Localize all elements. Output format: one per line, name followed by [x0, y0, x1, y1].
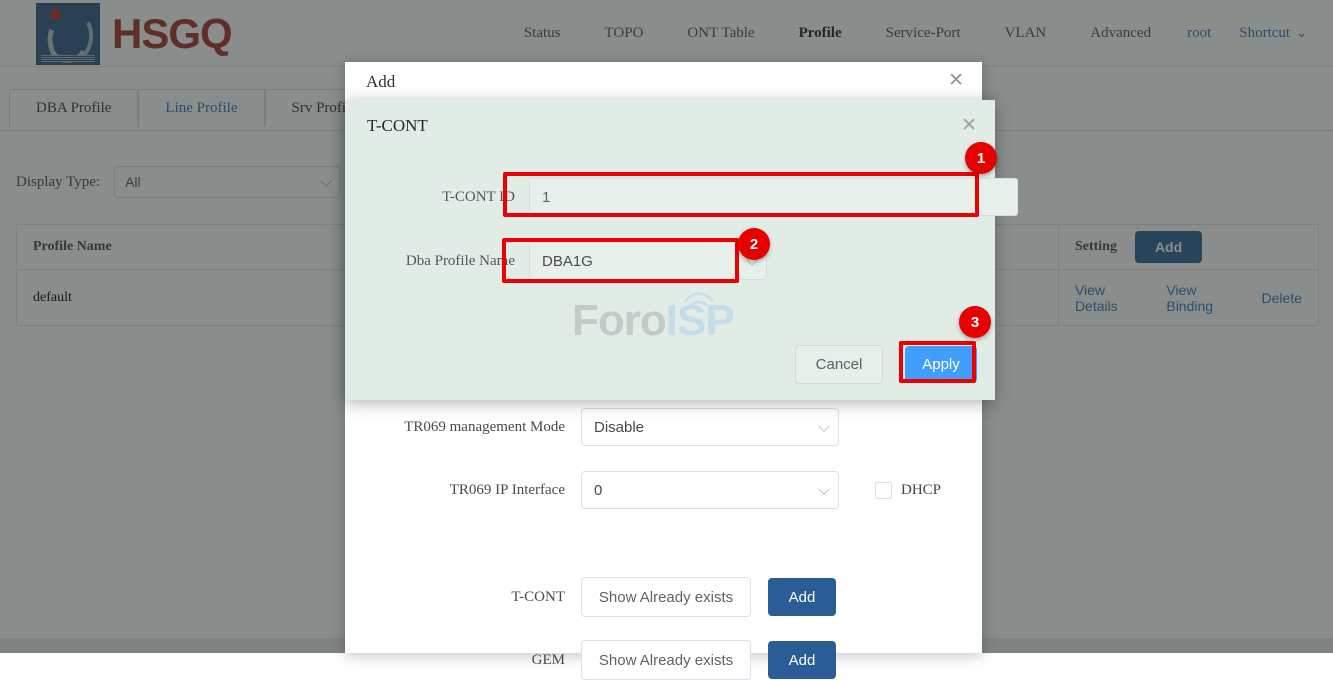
annotation-badge-1: 1: [965, 142, 997, 174]
field-gem: GEM Show Already exists Add: [345, 640, 982, 680]
field-tr069-ip-interface: TR069 IP Interface 0 DHCP: [345, 471, 982, 509]
tr069-ip-interface-value: 0: [594, 481, 603, 499]
tr069-ip-interface-select[interactable]: 0: [581, 471, 839, 509]
tr069-ip-interface-label: TR069 IP Interface: [449, 481, 565, 498]
annotation-badge-2: 2: [738, 228, 770, 260]
tr069-management-mode-label: TR069 management Mode: [404, 418, 565, 435]
gem-add-button[interactable]: Add: [768, 641, 836, 679]
tr069-management-mode-value: Disable: [594, 418, 645, 436]
tcont-id-label: T-CONT ID: [442, 188, 515, 205]
dhcp-checkbox[interactable]: [875, 481, 892, 499]
annotation-box-2: [502, 238, 739, 283]
field-tr069-management-mode: TR069 management Mode Disable: [345, 408, 982, 446]
gem-label: GEM: [531, 651, 565, 668]
annotation-badge-3: 3: [959, 306, 991, 338]
tcont-add-button[interactable]: Add: [768, 578, 836, 616]
wifi-signal-icon: [683, 292, 715, 307]
tcont-dialog-title: T-CONT: [367, 116, 428, 135]
annotation-box-1: [503, 172, 979, 217]
add-dialog-title: Add: [366, 72, 396, 91]
tcont-label: T-CONT: [511, 588, 565, 605]
gem-show-exists-button[interactable]: Show Already exists: [581, 640, 751, 680]
tr069-management-mode-select[interactable]: Disable: [581, 408, 839, 446]
tcont-show-exists-button[interactable]: Show Already exists: [581, 577, 751, 617]
close-icon[interactable]: ✕: [961, 116, 977, 135]
cancel-button[interactable]: Cancel: [795, 345, 883, 384]
close-icon[interactable]: ✕: [948, 71, 964, 90]
annotation-box-3: [899, 341, 976, 383]
dhcp-checkbox-wrap[interactable]: DHCP: [875, 481, 942, 499]
dhcp-label: DHCP: [901, 481, 942, 498]
watermark-foro: Foro: [572, 296, 667, 345]
chevron-down-icon: [818, 420, 830, 432]
chevron-down-icon: [818, 483, 830, 495]
field-tcont: T-CONT Show Already exists Add: [345, 577, 982, 617]
